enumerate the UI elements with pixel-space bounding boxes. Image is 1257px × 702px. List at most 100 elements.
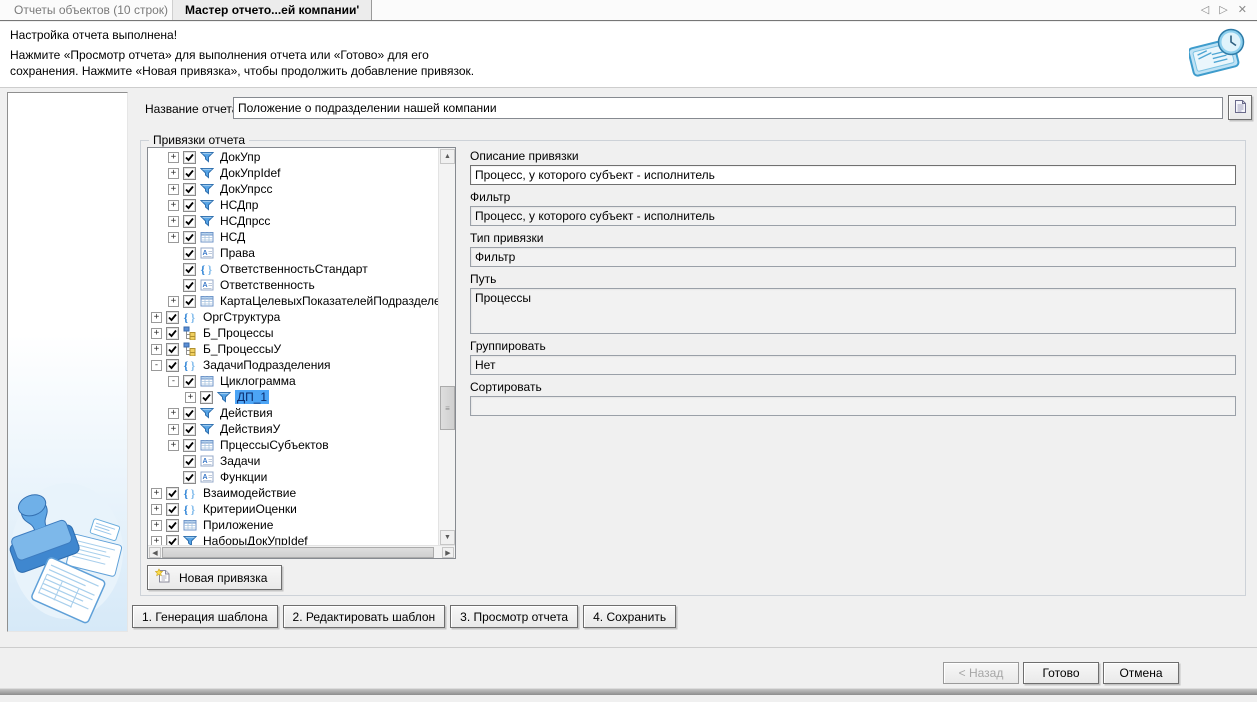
expand-icon[interactable]: +: [168, 296, 179, 307]
checkbox[interactable]: [183, 151, 196, 164]
tree-item-label[interactable]: НСДпр: [218, 198, 260, 212]
back-button[interactable]: < Назад: [943, 662, 1019, 684]
tree-item-label[interactable]: ДП_1: [235, 390, 269, 404]
tab-close-icon[interactable]: ✕: [1238, 4, 1247, 16]
report-name-document-button[interactable]: [1228, 95, 1252, 120]
expand-icon[interactable]: +: [151, 520, 162, 531]
tree-item-label[interactable]: Задачи: [218, 454, 262, 468]
tree-item[interactable]: + КартаЦелевыхПоказателейПодразделения: [149, 293, 438, 309]
tree-item-label[interactable]: Ответственность: [218, 278, 317, 292]
tree-item-label[interactable]: ОргСтруктура: [201, 310, 282, 324]
checkbox[interactable]: [183, 471, 196, 484]
tree-item[interactable]: + Действия: [149, 405, 438, 421]
tab-next-icon[interactable]: ▷: [1219, 4, 1227, 16]
cancel-button[interactable]: Отмена: [1103, 662, 1179, 684]
expand-icon[interactable]: +: [151, 312, 162, 323]
tree-item[interactable]: +{}Взаимодействие: [149, 485, 438, 501]
checkbox[interactable]: [183, 279, 196, 292]
tree-item-label[interactable]: ДокУпрIdef: [218, 166, 282, 180]
scroll-down-icon[interactable]: ▼: [440, 530, 455, 545]
checkbox[interactable]: [166, 311, 179, 324]
expand-icon[interactable]: +: [185, 392, 196, 403]
tree-item-label[interactable]: Взаимодействие: [201, 486, 298, 500]
checkbox[interactable]: [183, 247, 196, 260]
collapse-icon[interactable]: -: [151, 360, 162, 371]
expand-icon[interactable]: +: [168, 232, 179, 243]
tree-item[interactable]: -{}ЗадачиПодразделения: [149, 357, 438, 373]
expand-icon[interactable]: +: [168, 152, 179, 163]
scroll-right-icon[interactable]: ▶: [442, 547, 454, 558]
tree-item[interactable]: + ДокУпрсс: [149, 181, 438, 197]
tab-report-master[interactable]: Мастер отчето...ей компании': [172, 0, 372, 20]
tree-item-label[interactable]: НСД: [218, 230, 247, 244]
tree-item[interactable]: + ДокУпр: [149, 149, 438, 165]
tree-item-label[interactable]: НаборыДокУпрIdef: [201, 534, 310, 545]
expand-icon[interactable]: +: [168, 200, 179, 211]
tree-item[interactable]: + ДокУпрIdef: [149, 165, 438, 181]
checkbox[interactable]: [183, 167, 196, 180]
checkbox[interactable]: [200, 391, 213, 404]
tree-item[interactable]: AЗадачи: [149, 453, 438, 469]
tree-item[interactable]: +{}ОргСтруктура: [149, 309, 438, 325]
tree-item-label[interactable]: КартаЦелевыхПоказателейПодразделения: [218, 294, 438, 308]
checkbox[interactable]: [183, 263, 196, 276]
field-value[interactable]: Процесс, у которого субъект - исполнител…: [470, 165, 1236, 185]
expand-icon[interactable]: +: [168, 408, 179, 419]
checkbox[interactable]: [183, 407, 196, 420]
scroll-up-icon[interactable]: ▲: [440, 149, 455, 164]
tree-item-label[interactable]: НСДпрсс: [218, 214, 272, 228]
tab-object-reports[interactable]: Отчеты объектов (10 строк): [2, 0, 180, 20]
tree-item[interactable]: {}ОтветственностьСтандарт: [149, 261, 438, 277]
horizontal-scroll-thumb[interactable]: [162, 547, 434, 558]
tree-item[interactable]: AОтветственность: [149, 277, 438, 293]
report-name-input[interactable]: [233, 97, 1223, 119]
wizard-step-button-4[interactable]: 4. Сохранить: [583, 605, 676, 628]
tree-item-label[interactable]: ДокУпр: [218, 150, 262, 164]
checkbox[interactable]: [166, 343, 179, 356]
tree-horizontal-scrollbar[interactable]: ◀ ▶: [148, 545, 455, 558]
tree-item[interactable]: +Б_ПроцессыУ: [149, 341, 438, 357]
expand-icon[interactable]: +: [168, 440, 179, 451]
checkbox[interactable]: [183, 183, 196, 196]
tree-item-label[interactable]: ДействияУ: [218, 422, 282, 436]
checkbox[interactable]: [166, 519, 179, 532]
tree-item[interactable]: +{}КритерииОценки: [149, 501, 438, 517]
tree-item-label[interactable]: ДокУпрсс: [218, 182, 274, 196]
tree-item[interactable]: +Б_Процессы: [149, 325, 438, 341]
expand-icon[interactable]: +: [168, 216, 179, 227]
tree-item-label[interactable]: Функции: [218, 470, 269, 484]
expand-icon[interactable]: +: [168, 424, 179, 435]
collapse-icon[interactable]: -: [168, 376, 179, 387]
tree-item[interactable]: AФункции: [149, 469, 438, 485]
tree-item[interactable]: + ДействияУ: [149, 421, 438, 437]
new-binding-button[interactable]: Новая привязка: [147, 565, 282, 590]
checkbox[interactable]: [183, 295, 196, 308]
tree-item[interactable]: + ДП_1: [149, 389, 438, 405]
scroll-left-icon[interactable]: ◀: [149, 547, 161, 558]
tree-item-label[interactable]: Б_ПроцессыУ: [201, 342, 283, 356]
tree-item-label[interactable]: Приложение: [201, 518, 275, 532]
expand-icon[interactable]: +: [168, 184, 179, 195]
checkbox[interactable]: [183, 439, 196, 452]
tree-item-label[interactable]: Права: [218, 246, 257, 260]
checkbox[interactable]: [183, 423, 196, 436]
expand-icon[interactable]: +: [168, 168, 179, 179]
expand-icon[interactable]: +: [151, 488, 162, 499]
finish-button[interactable]: Готово: [1023, 662, 1099, 684]
tree-item-label[interactable]: ЗадачиПодразделения: [201, 358, 333, 372]
checkbox[interactable]: [183, 199, 196, 212]
checkbox[interactable]: [166, 535, 179, 546]
tree-item-label[interactable]: Действия: [218, 406, 275, 420]
checkbox[interactable]: [183, 375, 196, 388]
wizard-step-button-2[interactable]: 2. Редактировать шаблон: [283, 605, 446, 628]
checkbox[interactable]: [183, 215, 196, 228]
tree-item[interactable]: + НСДпрсс: [149, 213, 438, 229]
tree-vertical-scrollbar[interactable]: ▲ ≡ ▼: [438, 148, 455, 546]
tree-item-label[interactable]: Циклограмма: [218, 374, 298, 388]
vertical-scroll-thumb[interactable]: ≡: [440, 386, 455, 430]
tree-item-label[interactable]: ПрцессыСубъектов: [218, 438, 331, 452]
tree-item-label[interactable]: ОтветственностьСтандарт: [218, 262, 370, 276]
tree-item-label[interactable]: Б_Процессы: [201, 326, 276, 340]
tree-item-label[interactable]: КритерииОценки: [201, 502, 299, 516]
tree-item[interactable]: + ПрцессыСубъектов: [149, 437, 438, 453]
